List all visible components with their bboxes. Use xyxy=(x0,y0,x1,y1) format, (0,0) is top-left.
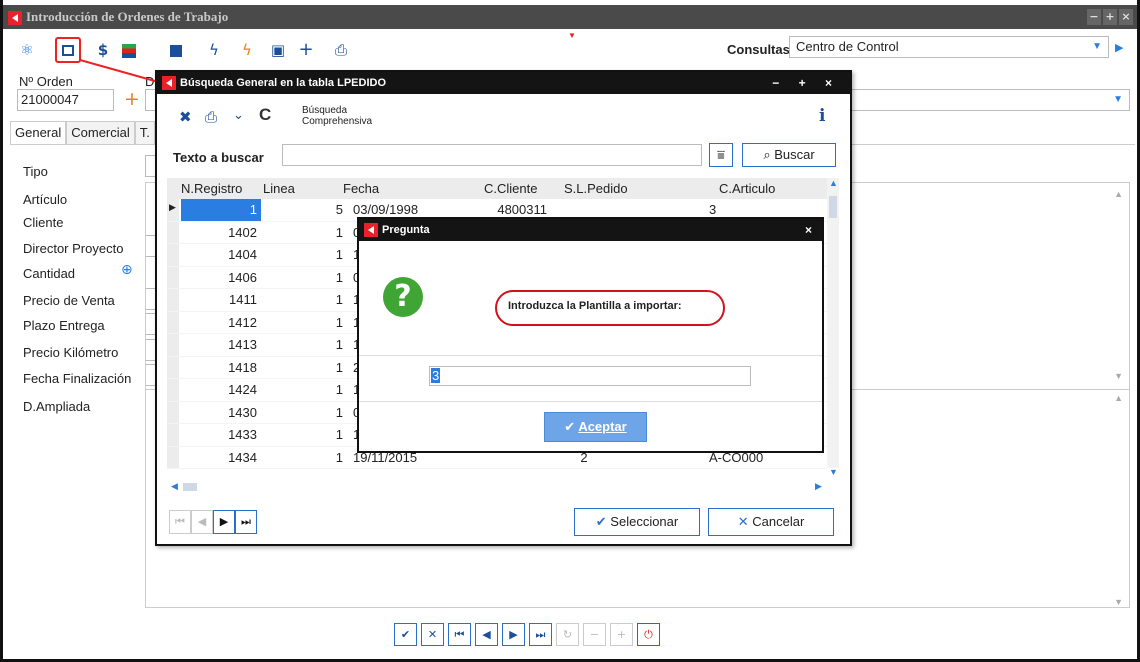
comprehensive-label-line1: Búsqueda xyxy=(302,105,348,116)
prompt-text: Introduzca la Plantilla a importar: xyxy=(508,300,682,312)
table-cell: 1413 xyxy=(228,337,257,352)
scroll-thumb[interactable] xyxy=(183,483,197,491)
question-icon: ? xyxy=(383,277,423,317)
grid-vscrollbar[interactable]: ▲ ▼ xyxy=(827,178,839,477)
table-cell: 1434 xyxy=(228,449,257,465)
table-cell: 1 xyxy=(335,337,343,352)
table-cell: 1 xyxy=(335,314,343,330)
cancel-button-label: Cancelar xyxy=(752,514,805,529)
table-cell: 3 xyxy=(709,202,717,217)
table-cell: 4800311 xyxy=(497,202,547,217)
cancel-button[interactable]: ✕ Cancelar xyxy=(708,508,834,536)
check-icon: ✔ xyxy=(595,515,607,530)
table-cell: 1 xyxy=(335,449,343,465)
accept-button[interactable]: ✔ Aceptar xyxy=(544,412,647,442)
print-icon[interactable]: ⎙ xyxy=(205,108,217,126)
table-cell: 03/09/1998 xyxy=(353,202,419,217)
accept-button-label: Aceptar xyxy=(578,419,627,434)
table-cell: 1 xyxy=(335,292,343,307)
question-dialog-titlebar: Pregunta × xyxy=(359,219,822,241)
scroll-left-icon[interactable]: ◀ xyxy=(171,481,178,492)
question-dialog-title: Pregunta xyxy=(382,224,430,236)
results-grid-header: N.Registro Linea Fecha C.Cliente S.L.Ped… xyxy=(167,178,827,199)
column-header[interactable]: Fecha xyxy=(343,178,379,199)
divider xyxy=(359,401,822,402)
table-cell: 1424 xyxy=(228,382,257,397)
grid-navigator: ⏮ ◀ ▶ ⏭ xyxy=(169,510,257,534)
table-cell: 1 xyxy=(335,224,343,240)
search-icon: ⌕ xyxy=(763,148,771,163)
table-cell: 1418 xyxy=(228,359,257,375)
template-input-value: 3 xyxy=(431,368,441,383)
table-cell: 1404 xyxy=(228,247,257,262)
table-cell: 1411 xyxy=(229,292,257,307)
search-dialog-title: Búsqueda General en la tabla LPEDIDO xyxy=(180,77,386,89)
comprehensive-search-label[interactable]: Búsqueda Comprehensiva xyxy=(302,105,372,127)
column-header[interactable]: Linea xyxy=(263,178,295,199)
prev-record-button[interactable]: ◀ xyxy=(191,510,213,534)
table-cell: 1 xyxy=(335,404,343,420)
close-button[interactable]: × xyxy=(805,219,812,241)
scroll-right-icon[interactable]: ▶ xyxy=(815,481,822,492)
table-cell: 1433 xyxy=(228,427,257,442)
table-cell: 1 xyxy=(335,247,343,262)
last-record-button[interactable]: ⏭ xyxy=(235,510,257,534)
comprehensive-label-line2: Comprehensiva xyxy=(302,116,373,127)
tools-icon[interactable]: ✖ xyxy=(179,108,192,126)
table-cell: 1 xyxy=(335,382,343,397)
scroll-thumb[interactable] xyxy=(829,196,837,218)
scroll-down-icon[interactable]: ▼ xyxy=(829,467,838,477)
next-record-button[interactable]: ▶ xyxy=(213,510,235,534)
table-cell: 1 xyxy=(335,269,343,285)
annotation-line xyxy=(79,59,163,84)
check-icon: ✔ xyxy=(564,420,576,435)
divider xyxy=(359,355,822,356)
table-cell: 1430 xyxy=(228,404,257,420)
close-icon: ✕ xyxy=(737,515,749,530)
table-cell: 1406 xyxy=(228,269,257,285)
grid-hscrollbar[interactable]: ◀ ▶ xyxy=(167,481,827,493)
table-cell: 5 xyxy=(335,202,343,217)
search-button[interactable]: ⌕ Buscar xyxy=(742,143,836,167)
search-input[interactable] xyxy=(282,144,702,166)
template-input[interactable]: 3 xyxy=(429,366,751,386)
select-button[interactable]: ✔ Seleccionar xyxy=(574,508,700,536)
first-record-button[interactable]: ⏮ xyxy=(169,510,191,534)
question-dialog: Pregunta × ? Introduzca la Plantilla a i… xyxy=(357,217,824,453)
select-button-label: Seleccionar xyxy=(610,514,679,529)
scroll-up-icon[interactable]: ▲ xyxy=(829,178,838,188)
table-cell: 1402 xyxy=(228,224,257,240)
search-button-label: Buscar xyxy=(774,147,815,162)
filter-icon[interactable]: ⩸ xyxy=(709,143,733,167)
table-cell: 1 xyxy=(335,427,343,442)
column-header[interactable]: S.L.Pedido xyxy=(564,178,628,199)
table-cell: 1 xyxy=(335,359,343,375)
search-dialog-controls[interactable]: − + × xyxy=(772,72,840,94)
app-logo-icon xyxy=(162,76,176,91)
search-dialog-titlebar: Búsqueda General en la tabla LPEDIDO − +… xyxy=(157,72,850,94)
column-header[interactable]: C.Articulo xyxy=(719,178,775,199)
column-header[interactable]: N.Registro xyxy=(181,178,242,199)
column-header[interactable]: C.Cliente xyxy=(484,178,537,199)
app-logo-icon xyxy=(364,223,378,238)
table-cell: 1 xyxy=(181,199,261,221)
filter-clear-icon[interactable]: ⌄ xyxy=(233,108,244,123)
c-icon[interactable]: C xyxy=(259,105,271,125)
info-icon[interactable]: i xyxy=(819,106,825,126)
search-label: Texto a buscar xyxy=(173,150,264,165)
table-cell: 1412 xyxy=(228,314,257,330)
